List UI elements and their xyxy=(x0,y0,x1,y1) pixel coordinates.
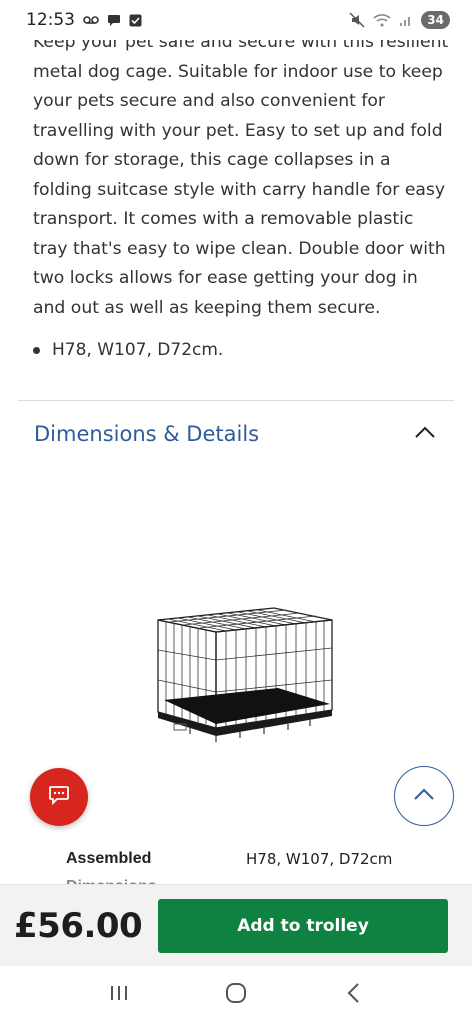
purchase-bar: £56.00 Add to trolley xyxy=(0,884,472,966)
home-icon xyxy=(225,982,247,1009)
back-button[interactable] xyxy=(333,975,373,1015)
feature-text: H78, W107, D72cm. xyxy=(52,340,224,360)
chevron-up-icon xyxy=(413,787,435,806)
status-bar: 12:53 34 xyxy=(0,0,472,40)
status-time: 12:53 xyxy=(26,10,75,30)
accordion-title: Dimensions & Details xyxy=(34,422,260,446)
system-nav-bar xyxy=(0,966,472,1024)
wifi-icon xyxy=(373,13,391,27)
product-description: Keep your pet safe and secure with this … xyxy=(33,32,449,318)
product-image xyxy=(150,600,338,748)
chat-icon xyxy=(107,13,121,27)
dimensions-accordion-toggle[interactable]: Dimensions & Details xyxy=(18,412,454,456)
feature-list: H78, W107, D72cm. xyxy=(33,340,223,360)
mute-icon xyxy=(349,12,365,28)
battery-icon: 34 xyxy=(421,11,450,29)
recent-apps-button[interactable] xyxy=(99,975,139,1015)
recent-apps-icon xyxy=(109,984,129,1007)
list-item: H78, W107, D72cm. xyxy=(33,340,223,360)
chat-bubble-icon xyxy=(48,784,70,811)
home-button[interactable] xyxy=(216,975,256,1015)
signal-icon xyxy=(399,13,413,27)
scroll-to-top-button[interactable] xyxy=(394,766,454,826)
spec-value: H78, W107, D72cm xyxy=(246,850,393,868)
bullet-icon xyxy=(33,346,40,354)
check-box-icon xyxy=(129,14,142,27)
add-to-trolley-button[interactable]: Add to trolley xyxy=(158,898,448,953)
spec-label: Assembled xyxy=(66,850,152,867)
voicemail-icon xyxy=(83,15,99,25)
chevron-up-icon[interactable] xyxy=(414,425,436,444)
chat-button[interactable] xyxy=(30,768,88,826)
price: £56.00 xyxy=(14,905,143,946)
back-icon xyxy=(346,982,360,1009)
divider xyxy=(18,400,454,401)
